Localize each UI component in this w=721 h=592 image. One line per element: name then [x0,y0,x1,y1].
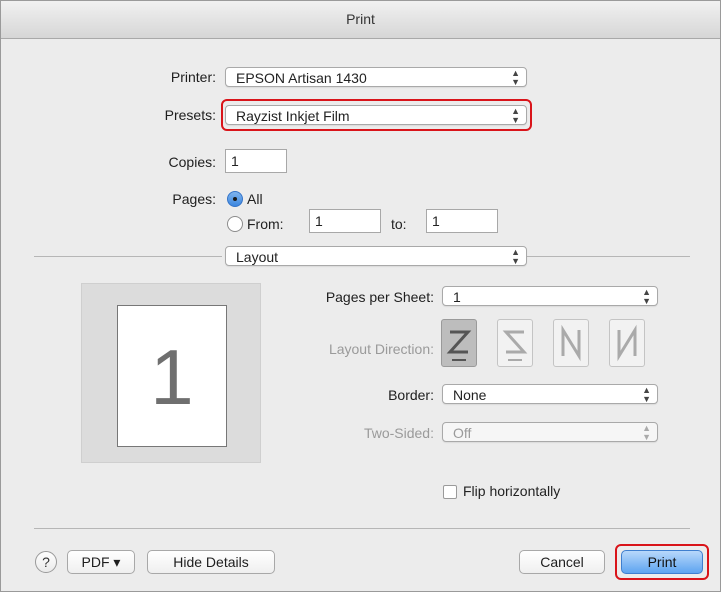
two-sided-label: Two-Sided: [363,425,434,441]
copies-label: Copies: [168,154,216,170]
preview-page-number: 1 [150,333,194,421]
printer-popup[interactable]: EPSON Artisan 1430 ▲ ▼ [225,67,527,87]
pages-label: Pages: [172,191,216,207]
pages-from-radio[interactable] [227,216,243,232]
border-label: Border: [388,387,434,403]
pages-all-label: All [247,191,263,207]
updown-arrows-icon: ▲ ▼ [642,385,651,404]
print-dialog: Print Printer: EPSON Artisan 1430 ▲ ▼ Pre… [0,0,721,592]
presets-popup[interactable]: Rayzist Inkjet Film ▲ ▼ [225,105,527,125]
printer-value: EPSON Artisan 1430 [236,70,367,86]
copies-field[interactable]: 1 [225,149,287,173]
page-preview: 1 [81,283,261,463]
cancel-button[interactable]: Cancel [519,550,605,574]
layout-direction-reverse-z-icon[interactable] [497,319,533,367]
border-popup[interactable]: None ▲ ▼ [442,384,658,404]
section-value: Layout [236,249,279,265]
layout-direction-label: Layout Direction: [328,341,434,357]
layout-direction-n-icon[interactable] [553,319,589,367]
preview-paper: 1 [117,305,227,447]
pages-to-label: to: [391,216,407,232]
updown-arrows-icon: ▲ ▼ [511,247,520,266]
divider [34,528,690,529]
layout-direction-reverse-n-icon[interactable] [609,319,645,367]
pages-to-field[interactable]: 1 [426,209,498,233]
section-popup[interactable]: Layout ▲ ▼ [225,246,527,266]
pdf-menu-button[interactable]: PDF ▾ [67,550,135,574]
updown-arrows-icon: ▲ ▼ [642,423,651,442]
pages-per-sheet-value: 1 [453,289,461,305]
help-button[interactable]: ? [35,551,57,573]
pages-from-label: From: [247,216,284,232]
window-title: Print [1,1,720,39]
updown-arrows-icon: ▲ ▼ [642,287,651,306]
two-sided-popup[interactable]: Off ▲ ▼ [442,422,658,442]
border-value: None [453,387,487,403]
print-button[interactable]: Print [621,550,703,574]
layout-direction-z-icon[interactable] [441,319,477,367]
presets-label: Presets: [164,107,216,123]
two-sided-value: Off [453,425,472,441]
printer-label: Printer: [170,69,216,85]
hide-details-button[interactable]: Hide Details [147,550,275,574]
flip-horizontally-checkbox[interactable] [443,485,457,499]
divider [34,256,222,257]
pages-from-field[interactable]: 1 [309,209,381,233]
updown-arrows-icon: ▲ ▼ [511,106,520,125]
divider [527,256,690,257]
updown-arrows-icon: ▲ ▼ [511,68,520,87]
pages-per-sheet-popup[interactable]: 1 ▲ ▼ [442,286,658,306]
pages-per-sheet-label: Pages per Sheet: [325,289,434,305]
flip-horizontally-label: Flip horizontally [463,483,561,499]
presets-value: Rayzist Inkjet Film [236,108,350,124]
pages-all-radio[interactable] [227,191,243,207]
